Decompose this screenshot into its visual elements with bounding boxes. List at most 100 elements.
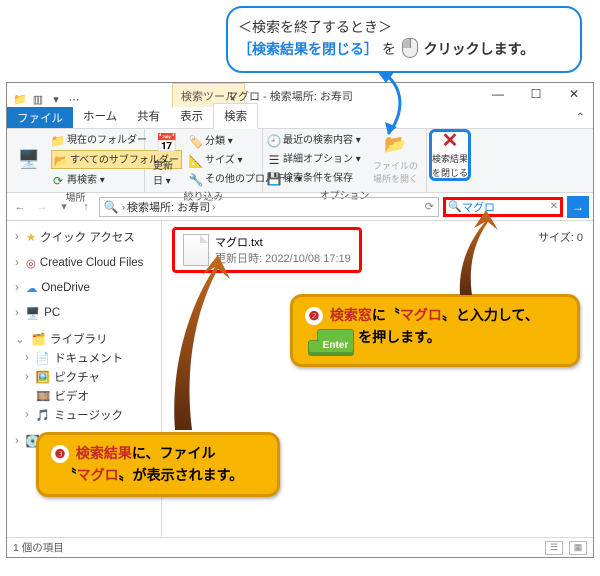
library-icon: 🗂️ <box>32 332 46 346</box>
forward-button[interactable]: → <box>33 198 51 216</box>
folder-icon: 🎞️ <box>36 389 50 403</box>
text: 〟が表示されます。 <box>119 467 244 483</box>
breadcrumb[interactable]: 検索場所: お寿司 <box>127 199 210 215</box>
tree-libraries[interactable]: ⌄🗂️ライブラリ <box>11 329 157 348</box>
kind-icon: 🏷️ <box>189 135 203 149</box>
chevron-right-icon: › <box>25 409 29 421</box>
ribbon-tabs: ファイル ホーム 共有 表示 検索 ⌃ <box>7 107 593 129</box>
chevron-right-icon: › <box>15 435 19 447</box>
text: マグロ <box>400 307 442 323</box>
folder-icon[interactable]: 📁 <box>13 92 27 106</box>
details-view-button[interactable]: ☰ <box>545 541 563 555</box>
chevron-right-icon: › <box>15 231 19 243</box>
step-number: ❷ <box>305 307 323 325</box>
tree-creative-cloud[interactable]: ›◎Creative Cloud Files <box>11 254 157 271</box>
instruction-callout-3: ❸ 検索結果に、ファイル 〝マグロ〟が表示されます。 <box>36 432 280 497</box>
tab-view[interactable]: 表示 <box>170 104 213 128</box>
size-icon: 📐 <box>189 154 203 168</box>
recent-searches-option[interactable]: 🕘最近の検索内容 ▾ <box>267 131 365 148</box>
result-file-item[interactable]: マグロ.txt 更新日時: 2022/10/08 17:19 <box>172 227 362 273</box>
search-go-button[interactable]: → <box>567 196 589 218</box>
save-search-option[interactable]: 💾検索条件を保存 <box>267 169 365 186</box>
pc-icon: 🖥️ <box>17 148 41 172</box>
star-icon: ★ <box>26 230 36 244</box>
up-button[interactable]: ↑ <box>77 198 95 216</box>
minimize-button[interactable]: ― <box>479 83 517 105</box>
text: に〝 <box>372 307 400 323</box>
address-bar[interactable]: 🔍 › 検索場所: お寿司 › ⟳ <box>99 197 439 217</box>
chevron-right-icon: › <box>25 352 29 364</box>
list-icon: ☰ <box>267 153 281 167</box>
chevron-right-icon: › <box>15 307 19 319</box>
props-icon: 🔧 <box>189 173 203 187</box>
subfolder-icon: 📂 <box>54 154 68 168</box>
tree-onedrive[interactable]: ›☁OneDrive <box>11 279 157 296</box>
text: に、ファイル <box>132 445 216 461</box>
text: 〝 <box>63 467 77 483</box>
file-name: マグロ.txt <box>215 234 351 250</box>
text-file-icon <box>183 234 209 266</box>
size-column-value: サイズ: 0 <box>538 229 583 245</box>
breadcrumb-sep: › <box>212 202 215 212</box>
icons-view-button[interactable]: ▦ <box>569 541 587 555</box>
folder-icon: 🎵 <box>36 408 50 422</box>
close-window-button[interactable]: ✕ <box>555 83 593 105</box>
tab-share[interactable]: 共有 <box>127 104 170 128</box>
search-icon: 🔍 <box>448 200 462 213</box>
tree-documents[interactable]: ›📄ドキュメント <box>11 348 157 367</box>
breadcrumb-sep: › <box>122 202 125 212</box>
link-text: ［検索結果を閉じる］ <box>238 41 378 57</box>
tab-file[interactable]: ファイル <box>7 106 73 128</box>
pc-icon: 🖥️ <box>26 306 40 320</box>
text: マグロ <box>77 467 119 483</box>
mouse-icon <box>402 38 418 58</box>
ribbon: 🖥️ 📁現在のフォルダー 📂すべてのサブフォルダー ⟳再検索 ▾ 場所 📅 更新… <box>7 129 593 193</box>
cc-icon: ◎ <box>26 256 36 270</box>
tree-pc[interactable]: ›🖥️PC <box>11 304 157 321</box>
tab-home[interactable]: ホーム <box>73 104 127 128</box>
date-modified-button[interactable]: 📅 更新日 ▾ <box>149 131 185 187</box>
file-meta: 更新日時: 2022/10/08 17:19 <box>215 250 351 266</box>
tree-quick-access[interactable]: ›★クイック アクセス <box>11 227 157 246</box>
chevron-down-icon[interactable]: ▾ <box>49 92 63 106</box>
status-bar: 1 個の項目 ☰ ▦ <box>7 537 593 557</box>
back-button[interactable]: ← <box>11 198 29 216</box>
overflow-icon[interactable]: ⋯ <box>67 92 81 106</box>
folder-icon: 📁 <box>51 134 65 148</box>
tree-videos[interactable]: 🎞️ビデオ <box>11 386 157 405</box>
search-input[interactable]: 🔍 マグロ ✕ <box>443 197 563 217</box>
step-number: ❸ <box>51 445 69 463</box>
folder-icon: 🖼️ <box>36 370 50 384</box>
chevron-right-icon: › <box>25 371 29 383</box>
open-file-location-button: 📂 ファイルの 場所を開く <box>369 131 422 186</box>
clear-search-icon[interactable]: ✕ <box>550 201 558 212</box>
cloud-icon: ☁ <box>26 281 38 295</box>
tab-search[interactable]: 検索 <box>213 103 258 129</box>
text: 〟と入力して、 <box>442 307 539 323</box>
tree-music[interactable]: ›🎵ミュージック <box>11 405 157 424</box>
advanced-options[interactable]: ☰詳細オプション ▾ <box>267 150 365 167</box>
tree-pictures[interactable]: ›🖼️ピクチャ <box>11 367 157 386</box>
collapse-ribbon-icon[interactable]: ⌃ <box>567 106 593 128</box>
text: を <box>382 41 396 57</box>
item-count: 1 個の項目 <box>13 540 64 555</box>
close-search-button[interactable]: ✕ 検索結果 を閉じる <box>429 129 471 181</box>
maximize-button[interactable]: ☐ <box>517 83 555 105</box>
refresh-icon[interactable]: ⟳ <box>425 200 434 213</box>
folder-icon: 📄 <box>36 351 50 365</box>
title-bar: 📁 ▥ ▾ ⋯ 検索ツール マグロ - 検索場所: お寿司 ― ☐ ✕ <box>7 83 593 107</box>
enter-key-icon: Enter <box>317 329 355 357</box>
recent-icon: 🕘 <box>267 134 281 148</box>
search-value: マグロ <box>462 199 495 215</box>
quick-access-toolbar: 📁 ▥ ▾ ⋯ <box>7 90 87 106</box>
navigation-bar: ← → ▾ ↑ 🔍 › 検索場所: お寿司 › ⟳ 🔍 マグロ ✕ → <box>7 193 593 221</box>
close-icon: ✕ <box>442 131 459 151</box>
pin-icon[interactable]: ▥ <box>31 92 45 106</box>
recent-locations-button[interactable]: ▾ <box>55 198 73 216</box>
calendar-icon: 📅 <box>155 131 179 155</box>
text: 検索結果 <box>76 445 132 461</box>
search-result-icon: 🔍 <box>104 200 118 214</box>
text: ＜検索を終了するとき＞ <box>238 19 392 35</box>
this-pc-button[interactable]: 🖥️ <box>11 131 47 188</box>
refresh-icon: ⟳ <box>51 174 65 188</box>
